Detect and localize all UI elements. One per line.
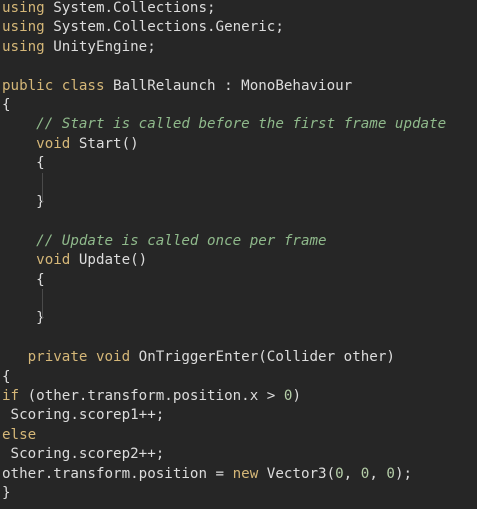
code-line: Scoring.scorep2++; — [2, 445, 165, 464]
code-token: } — [2, 310, 45, 327]
code-token: Scoring.scorep1++; — [2, 407, 165, 424]
code-token: using — [2, 19, 45, 36]
code-token: void — [36, 252, 71, 269]
code-token: { — [2, 271, 45, 288]
code-line: { — [2, 368, 11, 387]
code-line: { — [2, 154, 45, 173]
code-line: if (other.transform.position.x > 0) — [2, 387, 301, 406]
code-line: } — [2, 484, 11, 503]
code-line: Scoring.scorep1++; — [2, 406, 165, 425]
code-token: } — [2, 194, 45, 210]
code-token: { — [2, 155, 45, 172]
code-token: void — [95, 349, 131, 366]
indent-guide — [42, 173, 43, 203]
code-token: using — [2, 38, 45, 55]
code-line: void Start() — [2, 135, 139, 154]
code-line: } — [2, 193, 45, 212]
code-token: BallRelaunch : MonoBehaviour — [104, 77, 353, 94]
code-token: ) — [292, 388, 301, 404]
code-token: // Update is called once per frame — [36, 232, 327, 249]
code-token: Scoring.scorep2++; — [2, 446, 165, 463]
code-token: OnTriggerEnter(Collider other) — [130, 349, 395, 366]
code-token: private — [27, 349, 88, 366]
code-token: 0 — [386, 465, 395, 482]
code-editor[interactable]: using System.Collections; using System.Co… — [0, 0, 477, 509]
code-line: else — [2, 426, 36, 445]
code-token: System.Collections; — [44, 0, 216, 16]
code-token: public — [2, 77, 54, 94]
code-token: ); — [394, 465, 413, 482]
code-token: 0 — [335, 465, 344, 482]
code-token: class — [61, 77, 105, 94]
code-line: // Start is called before the first fram… — [2, 115, 446, 134]
code-token: using — [2, 0, 45, 16]
code-line: // Update is called once per frame — [2, 232, 327, 251]
code-token: { — [2, 368, 11, 385]
code-line: { — [2, 96, 11, 115]
indent-guide — [42, 289, 43, 319]
code-token: { — [2, 97, 11, 113]
code-token: // Start is called before the first fram… — [36, 116, 447, 133]
code-line: } — [2, 309, 45, 328]
code-token: Start() — [70, 135, 139, 152]
code-token: } — [2, 485, 11, 501]
code-token: other.transform.position = — [2, 465, 233, 482]
code-token: (other.transform.position.x > — [19, 388, 284, 404]
code-token: void — [36, 135, 71, 152]
code-token: Update() — [70, 252, 148, 269]
code-token: if — [2, 388, 20, 404]
code-token: System.Collections.Generic; — [44, 19, 284, 36]
code-line: using System.Collections.Generic; — [2, 18, 284, 37]
code-token: UnityEngine; — [44, 38, 156, 55]
code-line: using UnityEngine; — [2, 38, 156, 57]
code-line: other.transform.position = new Vector3(0… — [2, 465, 412, 484]
code-token: Vector3( — [258, 465, 336, 482]
code-line: public class BallRelaunch : MonoBehaviou… — [2, 77, 352, 96]
code-line: using System.Collections; — [2, 0, 216, 18]
code-token: new — [232, 465, 259, 482]
code-line: { — [2, 271, 45, 290]
code-line: private void OnTriggerEnter(Collider oth… — [2, 348, 395, 367]
code-token: , — [369, 465, 387, 482]
code-token: else — [2, 426, 37, 443]
code-token: , — [343, 465, 361, 482]
code-line: void Update() — [2, 251, 147, 270]
